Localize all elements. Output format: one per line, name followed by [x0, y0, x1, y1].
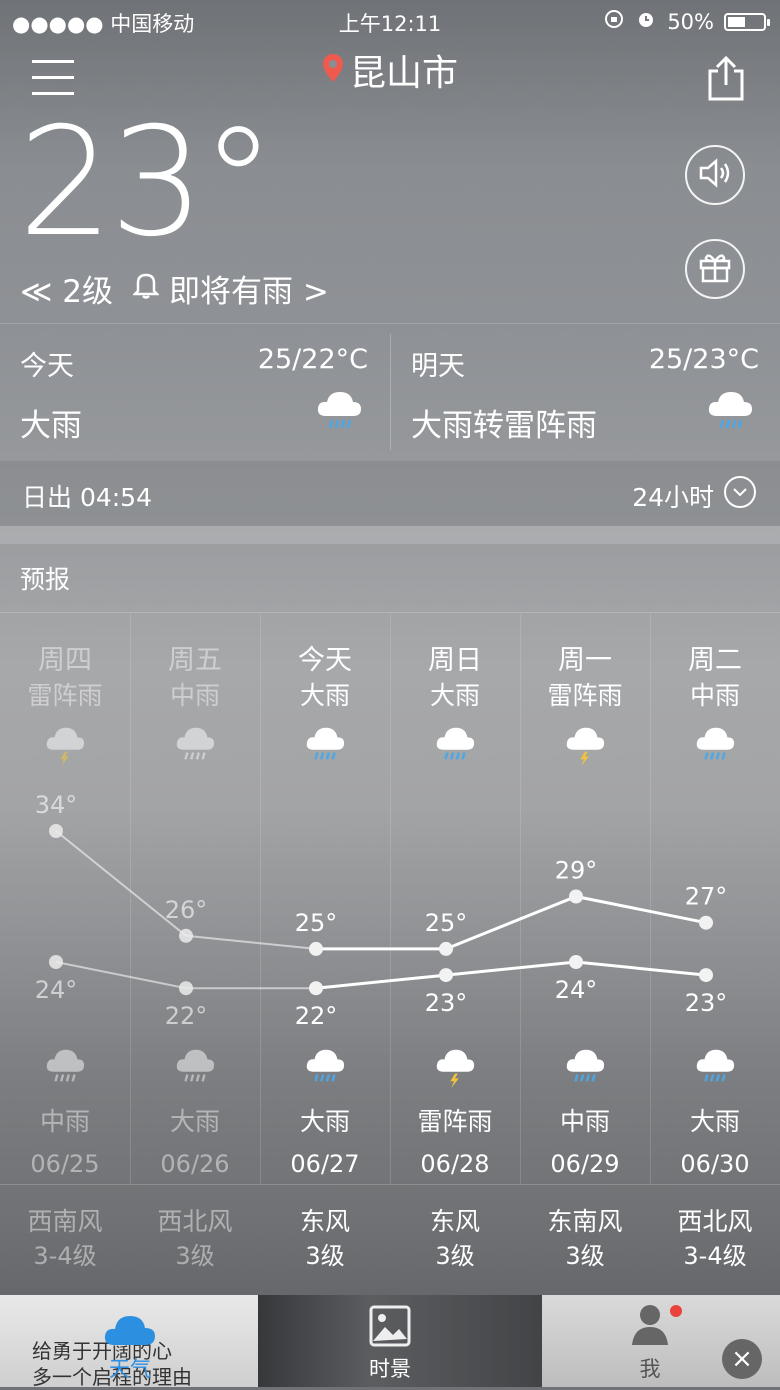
battery-icon [724, 12, 770, 31]
tab-scene[interactable]: 时景 [350, 1295, 430, 1387]
wind-direction: 西北风 [157, 1207, 233, 1236]
forecast-heading: 预报 [20, 565, 71, 594]
high-temp-label: 29° [555, 857, 598, 885]
bell-icon [132, 271, 161, 307]
high-temp-label: 34° [35, 791, 78, 819]
today-card[interactable]: 今天 25/22°C 大雨 [0, 324, 390, 460]
high-temp-label: 25° [295, 909, 338, 937]
wind-direction: 西南风 [27, 1207, 103, 1236]
high-temp-label: 25° [425, 909, 468, 937]
gift-icon [698, 251, 732, 287]
alarm-icon [635, 8, 657, 35]
person-icon [630, 1303, 670, 1351]
temperature-chart: 34° 26° 25° 25° 29° 27° 24° 22° 22° 23° 24° 23° [35, 791, 728, 1030]
today-range: 25/22°C [257, 344, 368, 375]
picture-icon [369, 1305, 411, 1351]
today-condition: 大雨 [20, 408, 82, 444]
low-temp-line-segment [315, 973, 447, 990]
notification-dot [670, 1305, 682, 1317]
high-temp-point [309, 941, 323, 956]
low-temp-point [699, 968, 713, 983]
city-name: 昆山市 [349, 53, 458, 94]
high-temp-point [49, 824, 63, 838]
wind-direction: 东南风 [547, 1207, 623, 1236]
low-temp-point [569, 955, 583, 969]
section-separator [0, 526, 780, 544]
low-temp-label: 22° [165, 1002, 208, 1030]
chevron-down-icon[interactable] [724, 476, 756, 508]
orientation-lock-icon [603, 8, 625, 35]
wind-level: 3级 [565, 1242, 605, 1270]
status-bar: ●●●●● 中国移动 上午12:11 50% [0, 0, 780, 40]
current-temperature: 23° [18, 96, 276, 270]
wind-direction: 东风 [299, 1207, 350, 1236]
wind-level: 3-4级 [683, 1242, 747, 1270]
tomorrow-condition: 大雨转雷阵雨 [411, 408, 597, 444]
low-temp-point [309, 981, 323, 996]
today-label: 今天 [20, 351, 74, 382]
rain-cloud-icon [314, 386, 364, 438]
tab-scene-label: 时景 [369, 1357, 411, 1381]
wind-alert-line[interactable]: ≪ 2级 即将有雨 > [20, 266, 329, 311]
high-temp-line-segment [185, 934, 317, 950]
low-temp-point [49, 955, 63, 969]
low-temp-label: 22° [295, 1002, 338, 1030]
rain-alert: 即将有雨 > [169, 274, 329, 310]
low-temp-point [179, 981, 193, 996]
city-title[interactable]: 昆山市 [0, 44, 780, 96]
low-temp-point [439, 968, 453, 983]
speaker-icon [698, 158, 732, 192]
location-pin-icon [322, 53, 344, 91]
wind-level: 3级 [175, 1242, 215, 1270]
rain-cloud-icon [705, 386, 755, 438]
tab-weather[interactable]: 天气 [90, 1295, 170, 1387]
low-temp-label: 23° [425, 989, 468, 1017]
low-temp-label: 24° [555, 976, 598, 1004]
high-temp-point [699, 915, 713, 930]
high-temp-point [569, 889, 583, 904]
high-temp-label: 27° [685, 883, 728, 911]
low-temp-line-segment [575, 960, 707, 977]
tab-bar: 给勇于开阔的心 多一个启程的理由 × 天气 时景 我 [0, 1295, 780, 1389]
high-temp-point [179, 928, 193, 943]
wind-row: 西南风 3-4级 西北风 3级 东风 3级 东风 3级 东南风 3级 西北风 3-4级 [0, 1184, 780, 1277]
today-tomorrow-panel: 今天 25/22°C 大雨 明天 25/23°C 大雨转雷阵雨 [0, 323, 780, 461]
wind-level: 3-4级 [33, 1242, 97, 1270]
tomorrow-card[interactable]: 明天 25/23°C 大雨转雷阵雨 [391, 324, 780, 460]
share-icon[interactable] [706, 55, 746, 101]
divider [0, 612, 780, 613]
gift-button[interactable] [685, 239, 745, 299]
tab-me-label: 我 [639, 1357, 661, 1381]
low-temp-label: 23° [685, 989, 728, 1017]
sunrise-row[interactable]: 日出 04:54 24小时 [0, 460, 780, 526]
tab-me[interactable]: 我 [612, 1295, 688, 1387]
low-temp-label: 24° [35, 976, 78, 1004]
hourly-label: 24小时 [632, 483, 714, 512]
wind-level: 3级 [435, 1242, 475, 1270]
battery-percent: 50% [667, 9, 714, 34]
tab-weather-label: 天气 [109, 1357, 151, 1381]
close-ad-icon[interactable]: × [722, 1339, 762, 1379]
low-temp-line-segment [445, 960, 577, 977]
tomorrow-label: 明天 [411, 351, 465, 382]
tomorrow-range: 25/23°C [648, 344, 759, 375]
high-temp-point [439, 941, 453, 956]
voice-broadcast-button[interactable] [685, 145, 745, 205]
status-right: 50% [603, 8, 770, 35]
wind-level: ≪ 2级 [20, 274, 114, 310]
wind-direction: 西北风 [677, 1207, 753, 1236]
high-temp-label: 26° [165, 896, 208, 924]
sunrise-time: 日出 04:54 [22, 483, 152, 512]
wind-level: 3级 [305, 1242, 345, 1270]
cloud-icon [102, 1307, 158, 1351]
wind-direction: 东风 [429, 1207, 480, 1236]
